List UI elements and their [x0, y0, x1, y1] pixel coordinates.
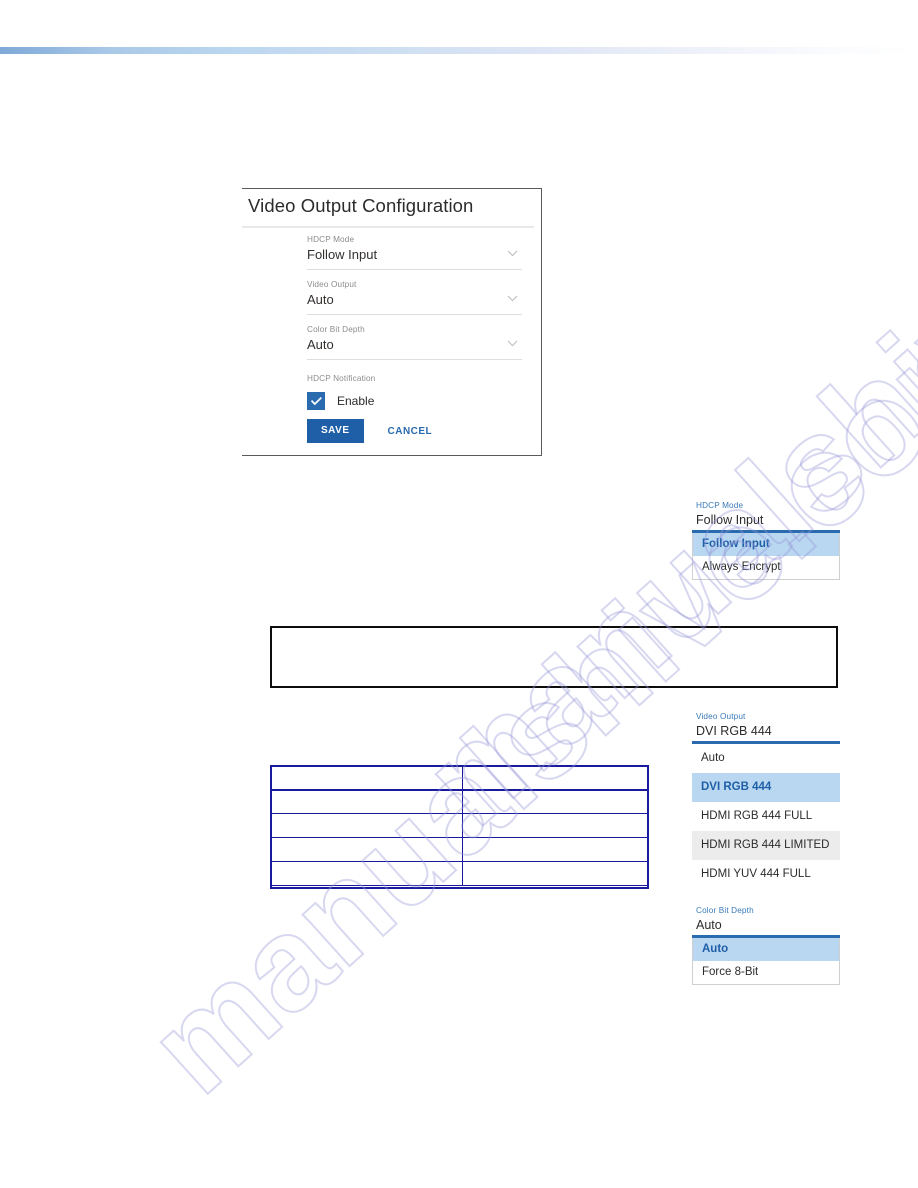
field-value: Auto	[307, 337, 334, 352]
dropdown-option[interactable]: Auto	[692, 744, 840, 773]
note-box	[270, 626, 838, 688]
table-cell	[269, 789, 464, 814]
table-cell	[269, 765, 464, 791]
table-cell	[462, 837, 649, 862]
header-gradient-rule	[0, 47, 918, 54]
chevron-down-icon[interactable]	[507, 340, 518, 347]
enable-checkbox-label: Enable	[337, 394, 375, 408]
dropdown-option[interactable]: HDMI RGB 444 FULL	[692, 802, 840, 831]
cancel-button[interactable]: CANCEL	[388, 426, 433, 437]
dropdown-hdcp-mode[interactable]: HDCP Mode Follow Input Follow Input Alwa…	[692, 500, 840, 580]
data-table	[269, 765, 649, 886]
dropdown-video-output[interactable]: Video Output DVI RGB 444 Auto DVI RGB 44…	[692, 711, 840, 889]
table-row	[269, 861, 649, 886]
checkmark-icon	[310, 396, 322, 406]
field-label: Video Output	[307, 280, 357, 289]
dropdown-option-list: Auto Force 8-Bit	[692, 938, 840, 985]
table-cell	[462, 765, 649, 791]
dropdown-option[interactable]: Always Encrypt	[693, 556, 839, 579]
save-button[interactable]: SAVE	[307, 419, 364, 443]
watermark-overlay: manualshive.com manualshive.com	[0, 0, 918, 1188]
dropdown-option-list: Follow Input Always Encrypt	[692, 533, 840, 580]
dropdown-option[interactable]: Follow Input	[693, 533, 839, 556]
dropdown-option-list: Auto DVI RGB 444 HDMI RGB 444 FULL HDMI …	[692, 744, 840, 889]
dropdown-option[interactable]: Auto	[693, 938, 839, 961]
dropdown-label: Video Output	[696, 712, 746, 721]
table-row	[269, 837, 649, 862]
field-value: Follow Input	[307, 247, 378, 262]
card-button-row: SAVE CANCEL	[307, 419, 432, 443]
dropdown-option[interactable]: HDMI RGB 444 LIMITED	[692, 831, 840, 860]
table-row	[269, 813, 649, 838]
dropdown-label: HDCP Mode	[696, 501, 744, 510]
field-color-bit-depth[interactable]: Color Bit Depth Auto	[307, 324, 522, 360]
dropdown-selected-value: Follow Input	[696, 513, 764, 527]
field-underline	[307, 314, 522, 315]
enable-checkbox[interactable]	[307, 392, 325, 410]
video-output-configuration-card: Video Output Configuration HDCP Mode Fol…	[242, 188, 542, 456]
manual-page: manualshive.com manualshive.com Video Ou…	[0, 0, 918, 1188]
table-cell	[269, 837, 464, 862]
field-video-output[interactable]: Video Output Auto	[307, 279, 522, 315]
field-underline	[307, 269, 522, 270]
dropdown-option[interactable]: HDMI YUV 444 FULL	[692, 860, 840, 889]
hdcp-notification-label: HDCP Notification	[307, 374, 376, 383]
dropdown-option[interactable]: DVI RGB 444	[692, 773, 840, 802]
title-divider	[242, 226, 534, 228]
table-row	[269, 765, 649, 791]
table-row	[269, 789, 649, 814]
dropdown-label: Color Bit Depth	[696, 906, 754, 915]
page-title: Video Output Configuration	[248, 195, 474, 216]
enable-checkbox-row[interactable]: Enable	[307, 392, 374, 410]
dropdown-color-bit-depth[interactable]: Color Bit Depth Auto Auto Force 8-Bit	[692, 905, 840, 985]
table-cell	[462, 813, 649, 838]
field-underline	[307, 359, 522, 360]
table-cell	[269, 861, 464, 886]
field-label: Color Bit Depth	[307, 325, 365, 334]
chevron-down-icon[interactable]	[507, 295, 518, 302]
dropdown-selected-value: Auto	[696, 918, 722, 932]
dropdown-option[interactable]: Force 8-Bit	[693, 961, 839, 984]
field-value: Auto	[307, 292, 334, 307]
chevron-down-icon[interactable]	[507, 250, 518, 257]
field-label: HDCP Mode	[307, 235, 355, 244]
table-cell	[462, 861, 649, 886]
field-hdcp-mode[interactable]: HDCP Mode Follow Input	[307, 234, 522, 270]
table-cell	[462, 789, 649, 814]
dropdown-selected-value: DVI RGB 444	[696, 724, 772, 738]
table-cell	[269, 813, 464, 838]
